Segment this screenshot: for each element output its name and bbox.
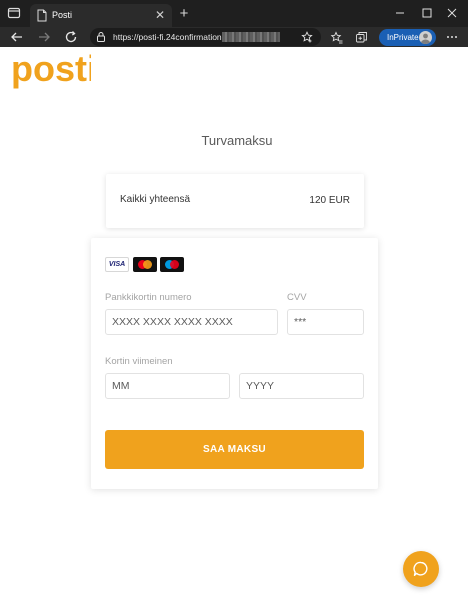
- browser-tab-bar: Posti ✕ +: [0, 0, 468, 27]
- favorites-icon[interactable]: [330, 31, 343, 44]
- mastercard-icon: [133, 257, 157, 272]
- card-number-label: Pankkikortin numero: [105, 292, 192, 303]
- inprivate-button[interactable]: InPrivate: [379, 29, 436, 46]
- chat-button[interactable]: [403, 551, 439, 587]
- expiry-label: Kortin viimeinen: [105, 356, 173, 367]
- back-arrow-icon[interactable]: [9, 29, 25, 45]
- page-title: Turvamaksu: [201, 133, 273, 148]
- chat-icon: [413, 561, 428, 576]
- inprivate-label: InPrivate: [387, 33, 419, 42]
- payment-form: VISA Pankkikortin numero CVV Kortin viim…: [91, 238, 378, 489]
- reload-icon[interactable]: [63, 29, 79, 45]
- profile-icon: [420, 33, 431, 44]
- close-tab-icon[interactable]: ✕: [153, 7, 167, 23]
- order-summary-card: Kaikki yhteensä 120 EUR: [106, 174, 364, 228]
- web-page: posti Turvamaksu Kaikki yhteensä 120 EUR…: [0, 47, 468, 616]
- collections-icon[interactable]: [355, 31, 368, 44]
- total-label: Kaikki yhteensä: [120, 194, 191, 205]
- add-favorite-icon[interactable]: [301, 31, 313, 43]
- card-number-input[interactable]: [105, 309, 278, 335]
- maestro-icon: [160, 257, 184, 272]
- tab-title: Posti: [52, 10, 73, 20]
- total-amount: 120 EUR: [309, 195, 350, 206]
- minimize-icon[interactable]: [389, 4, 411, 22]
- expiry-year-input[interactable]: [239, 373, 364, 399]
- visa-icon: VISA: [105, 257, 129, 272]
- posti-logo[interactable]: posti: [11, 52, 91, 90]
- forward-arrow-icon[interactable]: [36, 29, 52, 45]
- cvv-label: CVV: [287, 292, 307, 303]
- avatar: [419, 31, 432, 44]
- cvv-input[interactable]: [287, 309, 364, 335]
- maximize-icon[interactable]: [416, 4, 438, 22]
- lock-icon[interactable]: [95, 31, 107, 43]
- address-bar[interactable]: https://posti-fi.24confirmation: [90, 28, 321, 46]
- more-options-icon[interactable]: [445, 30, 459, 44]
- logo-text: posti: [11, 52, 91, 89]
- expiry-month-input[interactable]: [105, 373, 230, 399]
- page-icon: [37, 9, 47, 22]
- visa-text: VISA: [108, 261, 126, 268]
- browser-tab[interactable]: Posti ✕: [30, 4, 172, 27]
- browser-toolbar: https://posti-fi.24confirmation InPrivat…: [0, 27, 468, 47]
- url-text[interactable]: https://posti-fi.24confirmation: [113, 31, 222, 43]
- pay-button[interactable]: SAA MAKSU: [105, 430, 364, 469]
- window-close-icon[interactable]: [441, 4, 463, 22]
- new-tab-icon[interactable]: +: [176, 5, 192, 23]
- url-redacted-block: [222, 32, 280, 42]
- tab-actions-icon[interactable]: [7, 6, 21, 20]
